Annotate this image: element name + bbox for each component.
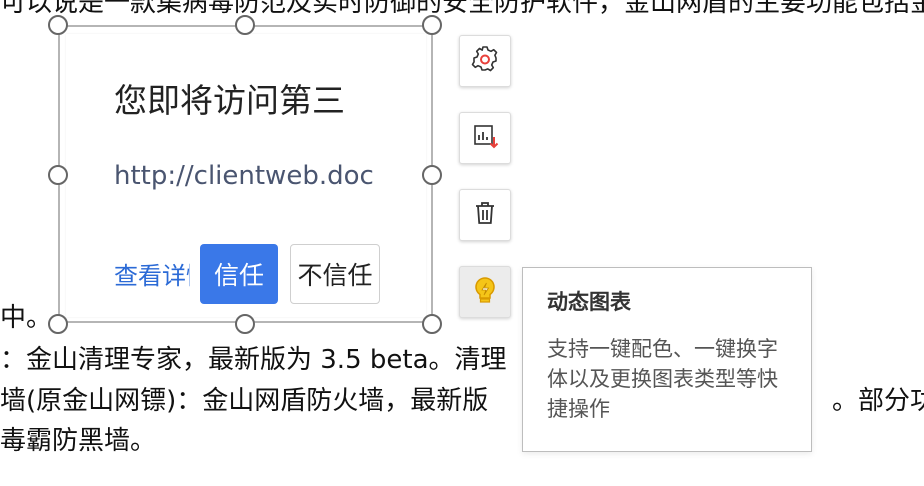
gear-icon — [470, 44, 500, 78]
resize-handle-bottom[interactable] — [235, 314, 255, 334]
dynamic-chart-tooltip: 动态图表 支持一键配色、一键换字体以及更换图表类型等快捷操作 — [522, 267, 812, 452]
document-line-4: 毒霸防黑墙。 — [0, 426, 157, 456]
resize-handle-bottom-right[interactable] — [422, 314, 442, 334]
selection-frame[interactable] — [58, 25, 433, 323]
document-line-1: 中。 — [0, 303, 53, 333]
document-line-3: 墙(原金山网镖)：金山网盾防火墙，最新版 — [0, 386, 489, 416]
trash-icon — [470, 198, 500, 232]
tooltip-title: 动态图表 — [547, 290, 631, 314]
settings-button[interactable] — [459, 35, 511, 87]
resize-handle-top[interactable] — [235, 15, 255, 35]
resize-handle-top-right[interactable] — [422, 15, 442, 35]
lightbulb-icon — [469, 274, 501, 310]
export-chart-button[interactable] — [459, 112, 511, 164]
resize-handle-left[interactable] — [48, 165, 68, 185]
dynamic-chart-button[interactable] — [459, 266, 511, 318]
resize-handle-right[interactable] — [422, 165, 442, 185]
document-line-3-right: 。部分功 — [832, 386, 924, 416]
export-chart-icon — [470, 121, 500, 155]
resize-handle-top-left[interactable] — [48, 15, 68, 35]
tooltip-description: 支持一键配色、一键换字体以及更换图表类型等快捷操作 — [547, 337, 778, 421]
delete-button[interactable] — [459, 189, 511, 241]
document-line-top: 可以说是一款集病毒防范及实时防御的安全防护软件，金山网盾的主要功能包括金山 — [0, 0, 924, 18]
resize-handle-bottom-left[interactable] — [48, 314, 68, 334]
document-line-2: ：金山清理专家，最新版为 3.5 beta。清理 — [0, 345, 507, 375]
